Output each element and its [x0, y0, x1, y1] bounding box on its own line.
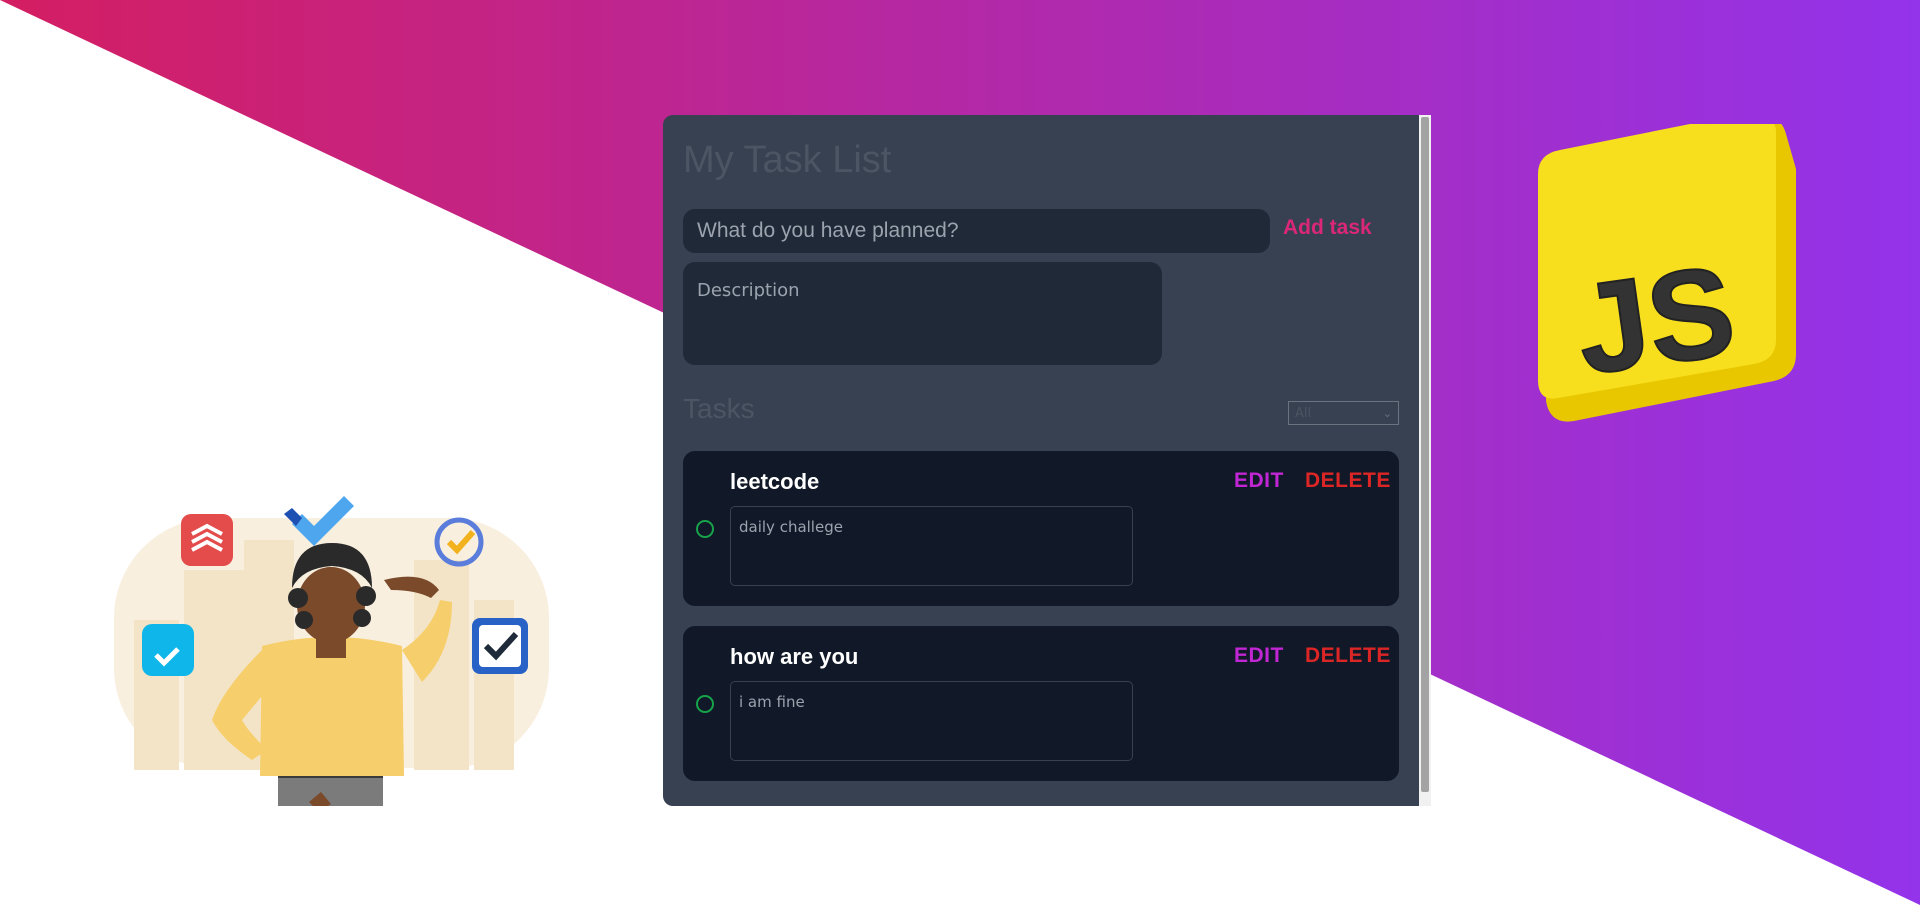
app-title: My Task List — [683, 139, 892, 181]
tasks-heading: Tasks — [683, 393, 755, 424]
task-illustration — [84, 480, 579, 806]
blue-check-icon — [142, 624, 194, 676]
task-status-toggle[interactable] — [696, 520, 714, 538]
task-card: leetcode daily challege EDIT DELETE — [683, 451, 1399, 606]
checkbox-icon — [472, 618, 528, 674]
todoist-icon — [181, 514, 233, 566]
delete-button[interactable]: DELETE — [1305, 644, 1391, 668]
task-title-input[interactable] — [683, 209, 1270, 253]
scrollbar-thumb[interactable] — [1421, 117, 1429, 792]
add-task-button[interactable]: Add task — [1283, 216, 1372, 240]
edit-button[interactable]: EDIT — [1234, 469, 1284, 493]
task-filter-select[interactable]: All ⌄ — [1288, 401, 1399, 425]
task-status-toggle[interactable] — [696, 695, 714, 713]
javascript-logo: JS — [1538, 124, 1796, 422]
filter-selected-value: All — [1295, 405, 1312, 421]
task-description: daily challege — [730, 506, 1133, 586]
task-description: i am fine — [730, 681, 1133, 761]
js-logo-text: JS — [1568, 239, 1743, 402]
edit-button[interactable]: EDIT — [1234, 644, 1284, 668]
task-card: how are you i am fine EDIT DELETE — [683, 626, 1399, 781]
delete-button[interactable]: DELETE — [1305, 469, 1391, 493]
chevron-down-icon: ⌄ — [1382, 406, 1392, 420]
vertical-scrollbar[interactable] — [1419, 115, 1431, 806]
task-title: leetcode — [730, 469, 820, 494]
description-input[interactable] — [683, 262, 1162, 365]
task-title: how are you — [730, 644, 859, 669]
task-app-panel: My Task List Add task Tasks All ⌄ leetco… — [663, 115, 1422, 806]
